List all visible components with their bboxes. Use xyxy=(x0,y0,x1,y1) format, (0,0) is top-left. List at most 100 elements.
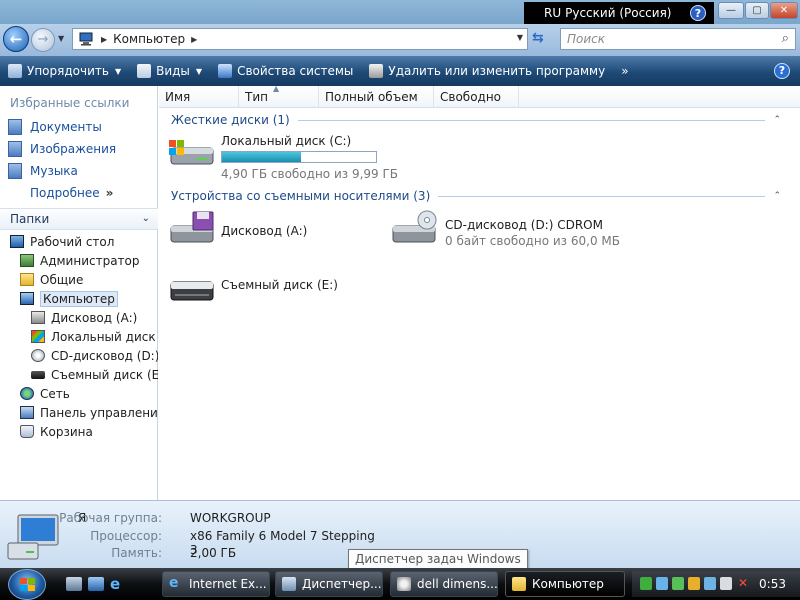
more-label: Подробнее xyxy=(30,186,100,200)
column-total-size[interactable]: Полный объем xyxy=(319,86,434,108)
detail-label: Рабочая группа: xyxy=(59,511,162,525)
drive-cd-rom[interactable]: CD-дисковод (D:) CDROM 0 байт свободно и… xyxy=(391,210,620,248)
tree-item-floppy[interactable]: Дисковод (A:) xyxy=(0,308,158,327)
drive-removable[interactable]: Съемный диск (E:) xyxy=(167,270,338,306)
minimize-button[interactable]: — xyxy=(718,2,744,19)
tray-status-icon[interactable] xyxy=(640,577,652,590)
start-button[interactable] xyxy=(8,569,46,600)
internet-explorer-icon[interactable]: e xyxy=(110,577,126,592)
address-dropdown-icon[interactable]: ▼ xyxy=(517,33,523,42)
documents-icon xyxy=(8,119,22,135)
breadcrumb-separator-icon[interactable]: ▶ xyxy=(101,35,107,44)
chevron-down-icon: ▼ xyxy=(114,66,122,76)
column-label: Тип xyxy=(245,90,268,104)
views-button[interactable]: Виды ▼ xyxy=(129,56,210,86)
more-commands-label: » xyxy=(621,64,629,78)
floppy-drive-icon xyxy=(31,311,45,324)
volume-muted-icon[interactable]: ✕ xyxy=(738,577,750,590)
detail-processor: Процессор: x86 Family 6 Model 7 Stepping… xyxy=(0,529,380,557)
music-icon xyxy=(8,163,22,179)
tray-update-icon[interactable] xyxy=(688,577,700,590)
drive-name: Локальный диск (C:) xyxy=(221,134,352,148)
tray-network-icon[interactable] xyxy=(656,577,668,590)
tree-item-desktop[interactable]: Рабочий стол xyxy=(0,232,158,251)
desktop-icon xyxy=(10,235,24,248)
recent-pages-dropdown[interactable]: ▼ xyxy=(58,34,64,43)
system-properties-button[interactable]: Свойства системы xyxy=(210,56,361,86)
tree-item-computer[interactable]: Компьютер xyxy=(0,289,158,308)
group-divider xyxy=(297,119,766,121)
tree-item-network[interactable]: Сеть xyxy=(0,384,158,403)
drive-name: Съемный диск (E:) xyxy=(221,278,338,292)
switch-windows-icon[interactable] xyxy=(88,577,104,591)
favorite-pictures[interactable]: Изображения xyxy=(0,138,157,160)
group-header-removable[interactable]: Устройства со съемными носителями (3) ⌃ xyxy=(171,188,781,204)
collapse-icon[interactable]: ⌃ xyxy=(773,115,781,125)
collapse-icon[interactable]: ⌃ xyxy=(773,191,781,201)
more-commands-button[interactable]: » xyxy=(613,56,636,86)
taskbar-button-computer[interactable]: Компьютер xyxy=(505,571,625,597)
navigation-pane: Избранные ссылки Документы Изображения М… xyxy=(0,86,158,500)
uninstall-program-button[interactable]: Удалить или изменить программу xyxy=(361,56,613,86)
title-bar: RU Русский (Россия) ? — ▢ ✕ xyxy=(0,0,800,24)
computer-icon xyxy=(79,32,93,46)
tree-item-recycle-bin[interactable]: Корзина xyxy=(0,422,158,441)
taskbar-button-dell[interactable]: dell dimens... xyxy=(390,571,498,597)
cd-drive-icon xyxy=(31,349,45,362)
favorite-music[interactable]: Музыка xyxy=(0,160,157,182)
favorite-documents[interactable]: Документы xyxy=(0,116,157,138)
more-favorites-link[interactable]: Подробнее » xyxy=(0,182,157,204)
language-code: RU xyxy=(544,6,562,20)
tree-item-control-panel[interactable]: Панель управления xyxy=(0,403,158,422)
forward-button[interactable]: → xyxy=(31,28,55,52)
breadcrumb-computer[interactable]: Компьютер xyxy=(113,32,185,46)
tray-monitor-icon[interactable] xyxy=(704,577,716,590)
back-button[interactable]: ← xyxy=(3,26,29,52)
tree-item-removable-disk[interactable]: Съемный диск (E:) xyxy=(0,365,158,384)
refresh-icon[interactable]: ⇆ xyxy=(532,30,552,50)
tree-item-administrator[interactable]: Администратор xyxy=(0,251,158,270)
search-icon[interactable]: ⌕ xyxy=(782,29,789,49)
detail-value: WORKGROUP xyxy=(190,511,271,525)
address-bar[interactable]: ▶ Компьютер ▶ ▼ xyxy=(72,28,528,50)
help-icon[interactable]: ? xyxy=(690,5,706,21)
taskbar-button-task-manager[interactable]: Диспетчер... xyxy=(275,571,383,597)
column-headers: Имя ▲ Тип Полный объем Свободно xyxy=(159,84,800,108)
group-header-hard-disks[interactable]: Жесткие диски (1) ⌃ xyxy=(171,112,781,128)
search-input[interactable]: Поиск ⌕ xyxy=(560,28,796,50)
breadcrumb-separator-icon[interactable]: ▶ xyxy=(191,35,197,44)
local-disk-icon xyxy=(169,140,214,165)
drive-free-space: 0 байт свободно из 60,0 МБ xyxy=(445,234,620,248)
column-name[interactable]: Имя xyxy=(159,86,239,108)
tree-item-local-disk[interactable]: Локальный диск (C xyxy=(0,327,158,346)
tree-item-public[interactable]: Общие xyxy=(0,270,158,289)
drive-floppy[interactable]: Дисковод (A:) xyxy=(167,210,307,246)
local-disk-icon xyxy=(31,330,45,343)
favorite-label: Документы xyxy=(30,120,102,134)
help-icon[interactable]: ? xyxy=(774,63,790,79)
show-desktop-icon[interactable] xyxy=(66,577,82,591)
language-bar[interactable]: RU Русский (Россия) ? xyxy=(524,2,714,24)
tray-security-icon[interactable] xyxy=(672,577,684,590)
tree-item-cd-drive[interactable]: CD-дисковод (D:) C xyxy=(0,346,158,365)
drive-local-disk[interactable]: Локальный диск (C:) 4,90 ГБ свободно из … xyxy=(167,134,398,181)
search-placeholder: Поиск xyxy=(567,32,606,46)
column-free-space[interactable]: Свободно xyxy=(434,86,519,108)
tree-item-label: Панель управления xyxy=(40,405,158,420)
file-list: Имя ▲ Тип Полный объем Свободно Жесткие … xyxy=(159,84,800,500)
taskbar-button-internet-explorer[interactable]: e Internet Ex... xyxy=(162,571,270,597)
column-type[interactable]: ▲ Тип xyxy=(239,84,319,108)
favorite-links-title: Избранные ссылки xyxy=(10,96,130,110)
folders-header[interactable]: Папки ⌄ xyxy=(0,208,158,230)
tree-item-label: Съемный диск (E:) xyxy=(51,367,158,382)
organize-button[interactable]: Упорядочить ▼ xyxy=(0,56,129,86)
close-button[interactable]: ✕ xyxy=(770,2,798,19)
clock[interactable]: 0:53 xyxy=(759,577,786,591)
ie-icon: e xyxy=(169,575,179,591)
dell-icon xyxy=(397,577,411,591)
maximize-button[interactable]: ▢ xyxy=(745,2,769,19)
taskbar-button-label: Диспетчер... xyxy=(302,577,382,591)
tray-display-icon[interactable] xyxy=(720,577,732,590)
drive-name: CD-дисковод (D:) CDROM xyxy=(445,218,603,232)
taskbar-button-label: Internet Ex... xyxy=(189,577,267,591)
